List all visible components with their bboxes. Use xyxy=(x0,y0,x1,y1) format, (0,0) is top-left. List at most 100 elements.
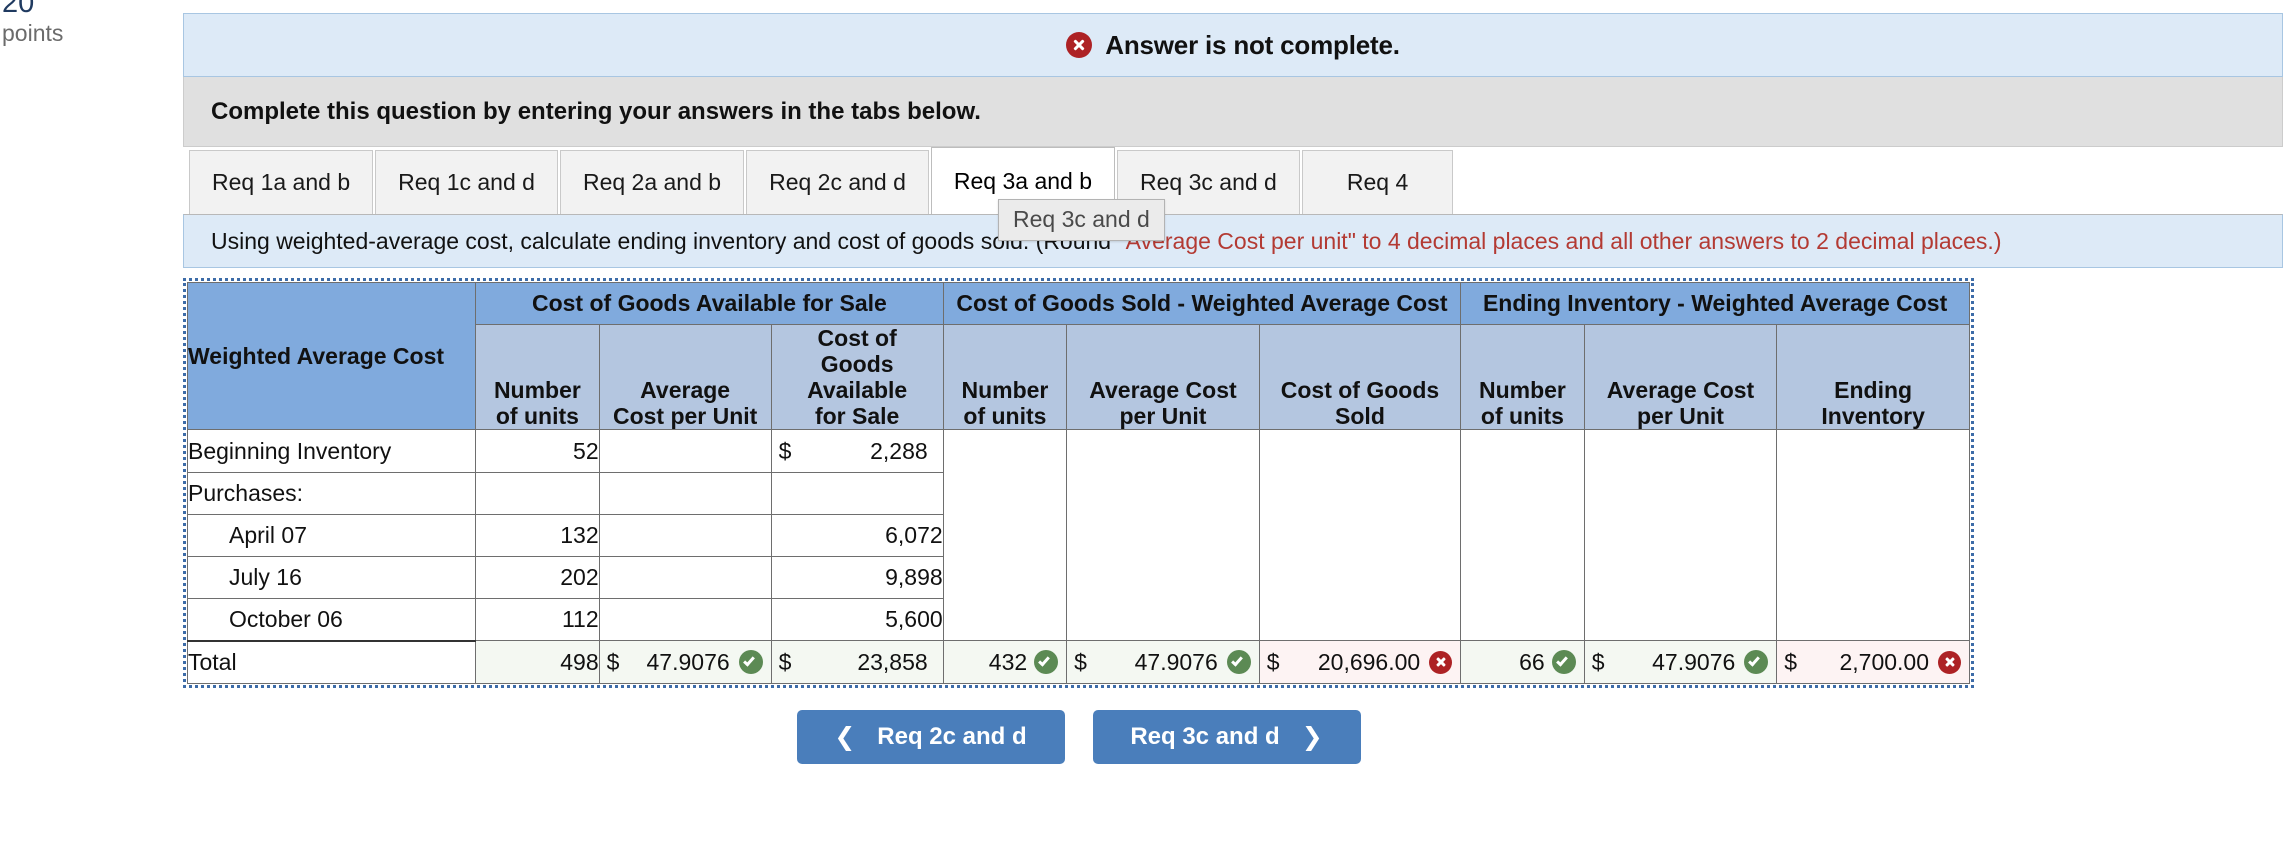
cell-october-avg-cost[interactable] xyxy=(598,598,772,641)
correct-check-icon xyxy=(1034,650,1059,674)
correct-check-icon xyxy=(1744,650,1769,674)
next-requirement-button[interactable]: Req 3c and d ❯ xyxy=(1092,710,1361,764)
cell-beginning-avg-cost[interactable] xyxy=(598,429,772,473)
correct-check-icon xyxy=(738,650,763,674)
prompt-red-text: "Average Cost per unit" to 4 decimal pla… xyxy=(1117,227,2002,254)
subheader-line: of units xyxy=(1480,403,1564,429)
requirement-navigation: ❮ Req 2c and d Req 3c and d ❯ xyxy=(183,710,1974,764)
currency-symbol: $ xyxy=(778,437,792,464)
subheader-cogs-avg-cost: Average Cost per Unit xyxy=(1066,324,1260,430)
group-header-cogs: Cost of Goods Sold - Weighted Average Co… xyxy=(942,282,1462,325)
subheader-line: Number xyxy=(961,377,1049,403)
subheader-line: Number xyxy=(493,377,581,403)
cell-october-units[interactable]: 112 xyxy=(475,598,600,641)
chevron-left-icon: ❮ xyxy=(834,723,856,751)
money-cell: $ 23,858 xyxy=(772,641,943,683)
complete-question-text: Complete this question by entering your … xyxy=(211,97,981,125)
tab-req-1a-and-b[interactable]: Req 1a and b xyxy=(189,150,374,214)
row-label-july-16: July 16 xyxy=(186,556,477,599)
row-label-purchases: Purchases: xyxy=(186,472,477,515)
cell-april-avg-cost[interactable] xyxy=(598,514,772,557)
tab-req-2c-and-d[interactable]: Req 2c and d xyxy=(746,150,929,214)
money-cell: $ 47.9076 xyxy=(1067,641,1259,683)
subheader-cogs-units: Number of units xyxy=(942,324,1068,430)
row-label-total: Total xyxy=(186,639,477,684)
group-header-row: Weighted Average Cost Cost of Goods Avai… xyxy=(186,282,1970,430)
cell-total-ei-total[interactable]: $ 2,700.00 xyxy=(1776,640,1970,684)
subheader-line: per Unit xyxy=(1637,403,1724,429)
cell-total-ei-units[interactable]: 66 xyxy=(1460,640,1585,684)
cell-cogs-units-empty[interactable] xyxy=(942,429,1068,641)
subheader-line: Cost of xyxy=(817,325,897,351)
cell-ei-units-empty[interactable] xyxy=(1460,429,1585,641)
answer-status-banner: Answer is not complete. xyxy=(183,13,2283,77)
cell-purchases-units[interactable] xyxy=(475,472,600,515)
subheader-line: per Unit xyxy=(1119,403,1207,429)
cell-total-cogs-total[interactable]: $ 20,696.00 xyxy=(1258,640,1462,684)
tab-req-1c-and-d[interactable]: Req 1c and d xyxy=(375,150,558,214)
cell-july-avg-cost[interactable] xyxy=(598,556,772,599)
prev-requirement-label: Req 2c and d xyxy=(877,723,1027,750)
points-value: 20 xyxy=(2,0,35,19)
complete-question-banner: Complete this question by entering your … xyxy=(183,77,2283,147)
cell-beginning-units[interactable]: 52 xyxy=(475,429,600,473)
requirement-tabs: Req 1a and b Req 1c and d Req 2a and b R… xyxy=(183,147,2283,241)
cell-total-avail-total[interactable]: $ 23,858 xyxy=(770,640,944,684)
cell-purchases-cogafs[interactable] xyxy=(770,472,944,515)
tab-label: Req 3a and b xyxy=(953,167,1093,194)
cell-cogs-avg-empty[interactable] xyxy=(1066,429,1260,641)
tab-label: Req 2c and d xyxy=(769,169,906,195)
cell-total-ei-avg-cost[interactable]: $ 47.9076 xyxy=(1583,640,1778,684)
subheader-line: Average xyxy=(640,377,731,403)
group-header-cogafs: Cost of Goods Available for Sale xyxy=(475,282,944,325)
subheader-line: Average Cost xyxy=(1606,377,1755,403)
tab-req-4[interactable]: Req 4 xyxy=(1301,150,1454,214)
points-gutter: 20 points xyxy=(0,0,172,48)
subheader-ei-avg-cost: Average Cost per Unit xyxy=(1583,324,1778,430)
question-panel: Answer is not complete. Complete this qu… xyxy=(183,13,2283,764)
cell-july-cogafs[interactable]: 9,898 xyxy=(770,556,944,599)
amount: 23,858 xyxy=(857,648,928,675)
subheader-ei-units: Number of units xyxy=(1460,324,1585,430)
subheader-line: Average Cost xyxy=(1089,377,1237,403)
cell-total-avail-units[interactable]: 498 xyxy=(475,640,600,684)
prompt-black-text: Using weighted-average cost, calculate e… xyxy=(211,227,1118,254)
cell-total-avail-avg-cost[interactable]: $ 47.9076 xyxy=(598,640,772,684)
cell-total-cogs-units[interactable]: 432 xyxy=(942,640,1068,684)
money-cell: $ 47.9076 xyxy=(1585,641,1777,683)
subheader-line: Number xyxy=(1478,377,1566,403)
cell-cogs-total-empty[interactable] xyxy=(1258,429,1462,641)
prev-requirement-button[interactable]: ❮ Req 2c and d xyxy=(796,710,1065,764)
tab-tooltip: Req 3c and d xyxy=(998,199,1165,241)
group-header-ending-inventory: Ending Inventory - Weighted Average Cost xyxy=(1460,282,1970,325)
currency-symbol: $ xyxy=(1784,648,1798,675)
chevron-right-icon: ❯ xyxy=(1301,723,1323,751)
money-cell: $ 47.9076 xyxy=(600,641,771,683)
value-with-mark: 66 xyxy=(1461,641,1583,683)
cell-purchases-avg-cost[interactable] xyxy=(598,472,772,515)
amount: 432 xyxy=(988,648,1028,675)
subheader-line: Ending xyxy=(1834,377,1913,403)
money-cell: $ 2,700.00 xyxy=(1777,641,1969,683)
amount: 47.9076 xyxy=(646,648,730,675)
tab-req-2a-and-b[interactable]: Req 2a and b xyxy=(559,150,745,214)
subheader-line: Available xyxy=(807,377,908,403)
row-label-beginning-inventory: Beginning Inventory xyxy=(186,429,477,473)
amount: 66 xyxy=(1519,648,1545,675)
cell-october-cogafs[interactable]: 5,600 xyxy=(770,598,944,641)
correct-check-icon xyxy=(1226,650,1251,674)
tab-label: Req 1a and b xyxy=(212,169,351,195)
row-label-october-06: October 06 xyxy=(186,598,477,641)
tab-label: Req 4 xyxy=(1346,169,1409,195)
subheader-cogs-total: Cost of Goods Sold xyxy=(1258,324,1462,430)
cell-beginning-cogafs[interactable]: $ 2,288 xyxy=(770,429,944,473)
row-label-april-07: April 07 xyxy=(186,514,477,557)
tab-label: Req 3c and d xyxy=(1140,169,1277,195)
cell-ei-total-empty[interactable] xyxy=(1776,429,1970,641)
cell-july-units[interactable]: 202 xyxy=(475,556,600,599)
answer-status-inner: Answer is not complete. xyxy=(1066,30,1400,61)
cell-ei-avg-empty[interactable] xyxy=(1583,429,1778,641)
cell-april-units[interactable]: 132 xyxy=(475,514,600,557)
cell-total-cogs-avg-cost[interactable]: $ 47.9076 xyxy=(1066,640,1260,684)
cell-april-cogafs[interactable]: 6,072 xyxy=(770,514,944,557)
